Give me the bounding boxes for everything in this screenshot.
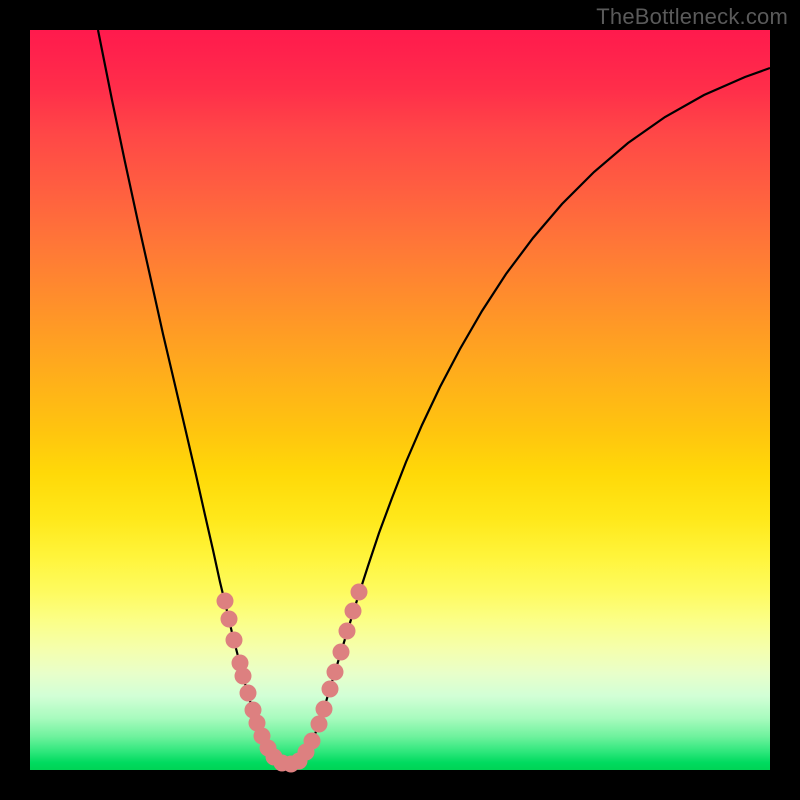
data-marker xyxy=(235,668,252,685)
data-marker xyxy=(240,685,257,702)
data-marker xyxy=(327,664,344,681)
data-marker xyxy=(339,623,356,640)
chart-frame: TheBottleneck.com xyxy=(0,0,800,800)
data-marker xyxy=(226,632,243,649)
watermark-text: TheBottleneck.com xyxy=(596,4,788,30)
data-marker xyxy=(304,733,321,750)
plot-area xyxy=(30,30,770,770)
data-marker xyxy=(316,701,333,718)
data-marker xyxy=(333,644,350,661)
marker-group xyxy=(217,584,368,773)
curve-svg xyxy=(30,30,770,770)
data-marker xyxy=(221,611,238,628)
bottleneck-curve xyxy=(98,30,770,765)
data-marker xyxy=(322,681,339,698)
data-marker xyxy=(311,716,328,733)
data-marker xyxy=(351,584,368,601)
data-marker xyxy=(345,603,362,620)
data-marker xyxy=(217,593,234,610)
